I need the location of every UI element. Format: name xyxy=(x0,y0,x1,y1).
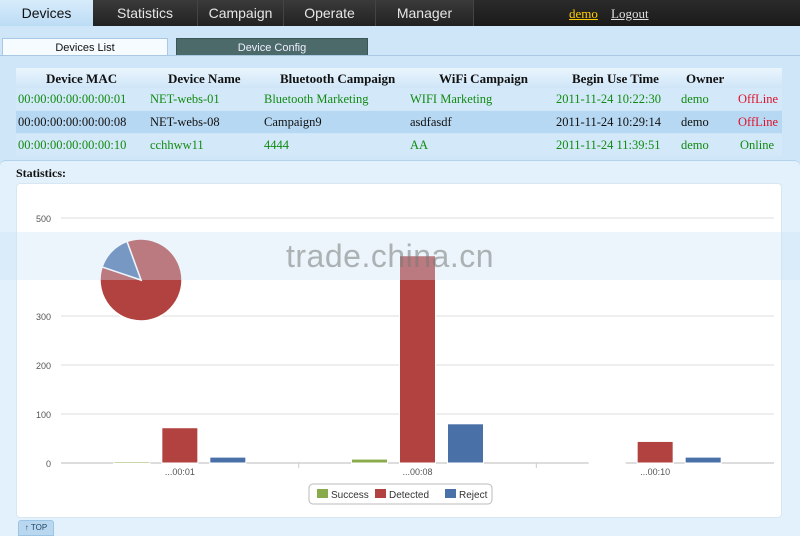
header-begin-use-time: Begin Use Time xyxy=(572,71,659,86)
tab-statistics[interactable]: Statistics xyxy=(93,0,198,26)
x-tick-label: ...00:08 xyxy=(402,467,432,477)
cell-name: cchhww11 xyxy=(150,138,204,152)
subtab-devices-list[interactable]: Devices List xyxy=(2,38,168,56)
back-to-top-label: TOP xyxy=(30,523,48,532)
cell-owner: demo xyxy=(681,138,709,152)
cell-wifi-campaign: asdfasdf xyxy=(410,115,452,129)
legend-swatch xyxy=(375,489,386,498)
legend-swatch xyxy=(317,489,328,498)
back-to-top-button[interactable]: ↑ TOP xyxy=(18,520,54,536)
cell-time: 2011-11-24 11:39:51 xyxy=(556,138,661,152)
cell-owner: demo xyxy=(681,92,709,106)
status-badge: OffLine xyxy=(738,115,779,129)
header-owner: Owner xyxy=(686,71,725,86)
cell-wifi-campaign: AA xyxy=(410,138,429,152)
cell-bt-campaign: Campaign9 xyxy=(264,115,322,129)
cell-wifi-campaign: WIFI Marketing xyxy=(410,92,493,106)
tab-manager[interactable]: Manager xyxy=(376,0,474,26)
y-tick-label: 200 xyxy=(36,361,51,371)
cell-name: NET-webs-08 xyxy=(150,115,220,129)
arrow-up-icon: ↑ xyxy=(24,523,29,532)
table-row[interactable]: 00:00:00:00:00:00:10 cchhww11 4444 AA 20… xyxy=(16,134,782,156)
header-device-name: Device Name xyxy=(168,71,241,86)
cell-name: NET-webs-01 xyxy=(150,92,220,106)
statistics-title: Statistics: xyxy=(16,166,66,180)
cell-mac: 00:00:00:00:00:00:10 xyxy=(18,138,127,152)
tab-campaign[interactable]: Campaign xyxy=(198,0,284,26)
y-tick-label: 0 xyxy=(46,459,51,469)
cell-mac: 00:00:00:00:00:00:01 xyxy=(18,92,127,106)
x-tick-label: ...00:01 xyxy=(165,467,195,477)
legend-swatch xyxy=(445,489,456,498)
subtab-device-config[interactable]: Device Config xyxy=(176,38,368,56)
table-row[interactable]: 00:00:00:00:00:00:01 NET-webs-01 Bluetoo… xyxy=(16,88,782,110)
header-device-mac: Device MAC xyxy=(46,71,118,86)
header-wifi-campaign: WiFi Campaign xyxy=(439,71,528,86)
legend-label: Reject xyxy=(459,490,488,501)
tab-devices[interactable]: Devices xyxy=(0,0,93,26)
cell-owner: demo xyxy=(681,115,709,129)
bar-detected xyxy=(636,440,674,464)
bar-success xyxy=(588,462,626,465)
bar-reject xyxy=(209,456,247,464)
top-navigation: Devices Statistics Campaign Operate Mana… xyxy=(0,0,800,26)
tab-operate[interactable]: Operate xyxy=(284,0,376,26)
cell-bt-campaign: 4444 xyxy=(264,138,289,152)
logout-link[interactable]: Logout xyxy=(611,6,649,22)
cell-time: 2011-11-24 10:29:14 xyxy=(556,115,661,129)
user-link[interactable]: demo xyxy=(569,6,598,22)
x-tick-label: ...00:10 xyxy=(640,467,670,477)
table-row[interactable]: 00:00:00:00:00:00:08 NET-webs-08 Campaig… xyxy=(16,111,782,133)
y-tick-label: 500 xyxy=(36,214,51,224)
y-tick-label: 100 xyxy=(36,410,51,420)
table-header: Device MAC Device Name Bluetooth Campaig… xyxy=(16,68,782,88)
status-badge: OffLine xyxy=(738,92,779,106)
status-badge: Online xyxy=(740,138,775,152)
watermark-text: trade.china.cn xyxy=(286,238,495,274)
bar-success xyxy=(351,458,388,464)
bar-detected xyxy=(399,255,436,464)
y-tick-label: 300 xyxy=(36,312,51,322)
subtab-divider xyxy=(0,55,800,56)
cell-mac: 00:00:00:00:00:00:08 xyxy=(18,115,127,129)
bar-reject xyxy=(684,456,722,464)
header-bluetooth-campaign: Bluetooth Campaign xyxy=(280,71,396,86)
cell-bt-campaign: Bluetooth Marketing xyxy=(264,92,369,106)
bar-detected xyxy=(161,427,199,464)
legend-label: Success xyxy=(331,490,369,501)
bar-success xyxy=(113,461,151,464)
bar-reject xyxy=(447,423,484,464)
legend-label: Detected xyxy=(389,490,429,501)
cell-time: 2011-11-24 10:22:30 xyxy=(556,92,661,106)
